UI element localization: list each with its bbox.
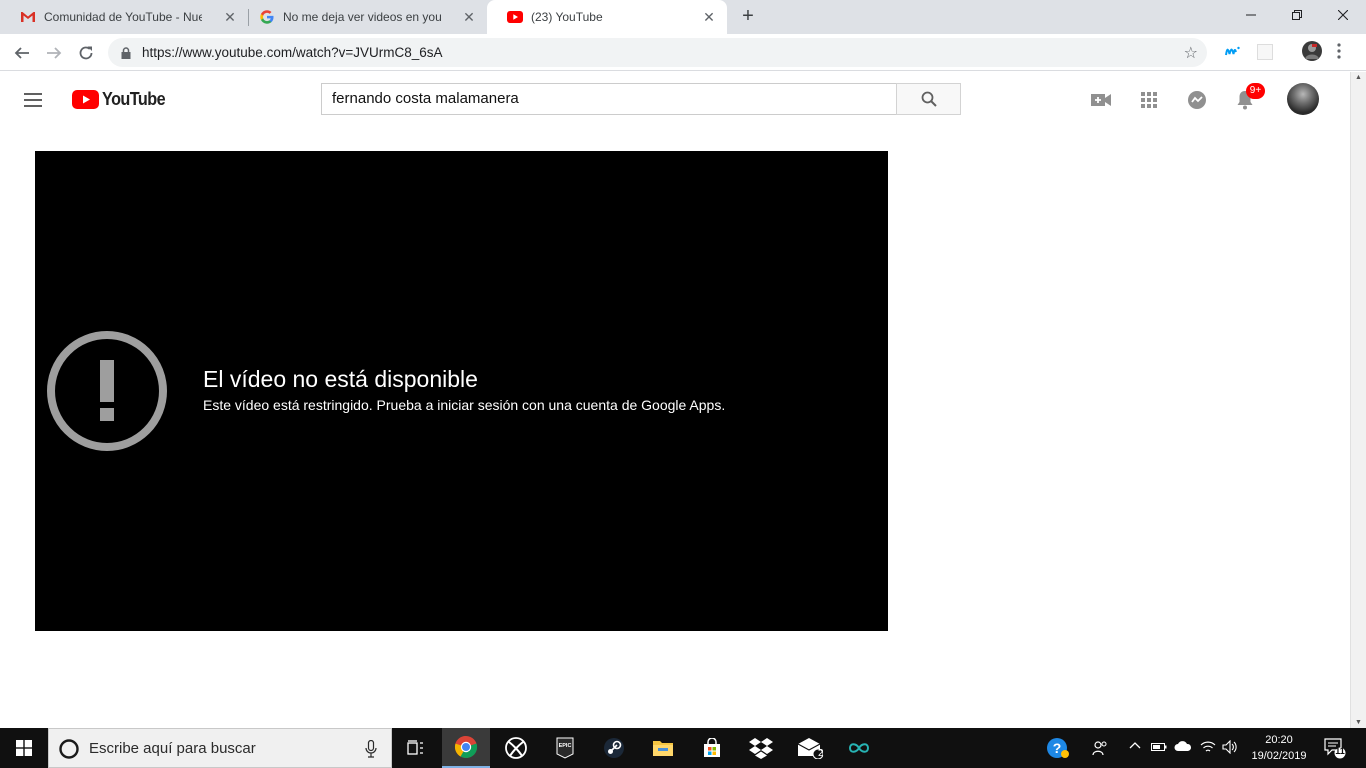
restore-button[interactable] <box>1274 0 1320 30</box>
steam-icon <box>604 738 624 758</box>
youtube-logo-text: YouTube <box>102 89 166 109</box>
apps-grid-icon[interactable] <box>1137 88 1161 112</box>
mail-count-badge: 2 <box>818 748 824 759</box>
taskbar-steam[interactable] <box>590 728 638 768</box>
taskbar-dropbox[interactable] <box>737 728 785 768</box>
forward-button[interactable] <box>40 39 68 67</box>
back-button[interactable] <box>8 39 36 67</box>
taskbar-search-box[interactable]: Escribe aquí para buscar <box>48 728 392 768</box>
new-tab-button[interactable]: + <box>737 6 759 28</box>
taskbar-file-explorer[interactable] <box>639 728 687 768</box>
youtube-icon <box>507 9 523 25</box>
tab-gmail[interactable]: Comunidad de YouTube - Nueva ✕ <box>0 0 248 34</box>
taskbar-epic-games[interactable]: EPIC <box>541 728 589 768</box>
browser-toolbar: https://www.youtube.com/watch?v=JVUrmC8_… <box>0 34 1366 71</box>
youtube-logo-icon <box>72 90 99 109</box>
search-input[interactable] <box>332 90 872 107</box>
messages-icon[interactable] <box>1185 88 1209 112</box>
tab-youtube[interactable]: (23) YouTube ✕ <box>487 0 727 34</box>
clock-date: 19/02/2019 <box>1251 750 1307 762</box>
tab-close-icon[interactable]: ✕ <box>461 9 477 25</box>
svg-text:EPIC: EPIC <box>559 743 572 749</box>
tab-close-icon[interactable]: ✕ <box>701 9 717 25</box>
guide-menu-icon[interactable] <box>24 90 48 110</box>
clock-time: 20:20 <box>1265 734 1293 746</box>
taskbar-clock[interactable]: 20:20 19/02/2019 <box>1247 732 1311 764</box>
tab-title: No me deja ver videos en youtub <box>283 10 441 24</box>
tab-title: Comunidad de YouTube - Nueva <box>44 10 202 24</box>
browser-tab-strip: Comunidad de YouTube - Nueva ✕ No me dej… <box>0 0 1366 34</box>
scroll-up-arrow-icon[interactable]: ▲ <box>1355 74 1362 81</box>
taskbar-mail[interactable]: 2 <box>786 728 834 768</box>
search-icon <box>921 91 937 107</box>
onedrive-cloud-icon[interactable] <box>1174 740 1192 755</box>
cortana-icon <box>59 739 79 759</box>
reload-button[interactable] <box>72 39 100 67</box>
battery-icon[interactable] <box>1151 741 1167 756</box>
epic-games-icon: EPIC <box>556 737 574 759</box>
youtube-masthead: YouTube 9+ <box>0 72 1350 127</box>
search-button[interactable] <box>896 83 961 115</box>
tab-google[interactable]: No me deja ver videos en youtub ✕ <box>239 0 487 34</box>
notifications-badge: 9+ <box>1246 83 1265 99</box>
show-hidden-icons-chevron-icon[interactable] <box>1129 740 1141 755</box>
youtube-logo[interactable]: YouTube <box>72 89 172 110</box>
start-button[interactable] <box>0 728 48 768</box>
gmail-icon <box>20 9 36 25</box>
create-video-icon[interactable] <box>1089 88 1113 112</box>
infinity-icon <box>848 743 870 753</box>
chrome-menu-icon[interactable] <box>1337 43 1341 64</box>
profile-avatar[interactable] <box>1302 41 1322 66</box>
taskbar-search-placeholder: Escribe aquí para buscar <box>89 740 256 757</box>
task-view-button[interactable] <box>392 728 440 768</box>
lock-icon <box>121 46 131 64</box>
taskbar-store[interactable] <box>688 728 736 768</box>
taskbar-chrome[interactable] <box>442 728 490 768</box>
store-bag-icon <box>704 738 720 757</box>
folder-icon <box>653 741 673 756</box>
error-message: Este vídeo está restringido. Prueba a in… <box>203 397 726 413</box>
action-center-icon[interactable]: 11 <box>1324 737 1346 762</box>
task-view-icon <box>407 740 423 755</box>
taskbar-infinity-app[interactable] <box>835 728 883 768</box>
xbox-icon <box>505 737 527 759</box>
chrome-icon <box>454 735 478 759</box>
video-player[interactable]: El vídeo no está disponible Este vídeo e… <box>35 151 888 631</box>
dropbox-icon <box>749 738 773 759</box>
close-window-button[interactable] <box>1320 0 1366 30</box>
windows-taskbar: Escribe aquí para buscar EPIC 2 ? 20:20 … <box>0 728 1366 768</box>
minimize-button[interactable] <box>1228 0 1274 30</box>
bookmark-star-icon[interactable]: ☆ <box>1184 43 1198 63</box>
microphone-icon[interactable] <box>365 740 377 758</box>
wifi-icon[interactable] <box>1200 740 1216 757</box>
extension-icon[interactable] <box>1257 44 1273 65</box>
svg-text:?: ? <box>1053 740 1062 756</box>
help-tray-icon[interactable]: ? <box>1046 737 1070 762</box>
volume-icon[interactable] <box>1222 739 1238 757</box>
address-bar[interactable]: https://www.youtube.com/watch?v=JVUrmC8_… <box>108 38 1207 67</box>
account-avatar[interactable] <box>1287 83 1319 115</box>
movistar-extension-icon[interactable] <box>1225 44 1241 62</box>
error-title: El vídeo no está disponible <box>203 366 478 392</box>
notification-count-badge: 11 <box>1335 746 1345 756</box>
tab-title: (23) YouTube <box>531 10 603 24</box>
tab-close-icon[interactable]: ✕ <box>222 9 238 25</box>
warning-icon <box>47 331 167 451</box>
scroll-down-arrow-icon[interactable]: ▼ <box>1355 719 1362 726</box>
url-text: https://www.youtube.com/watch?v=JVUrmC8_… <box>142 45 443 60</box>
page-scrollbar[interactable]: ▲ ▼ <box>1350 72 1366 728</box>
taskbar-xbox[interactable] <box>492 728 540 768</box>
google-icon <box>259 9 275 25</box>
windows-logo-icon <box>16 740 32 756</box>
people-icon[interactable] <box>1092 740 1108 759</box>
search-box[interactable] <box>321 83 897 115</box>
